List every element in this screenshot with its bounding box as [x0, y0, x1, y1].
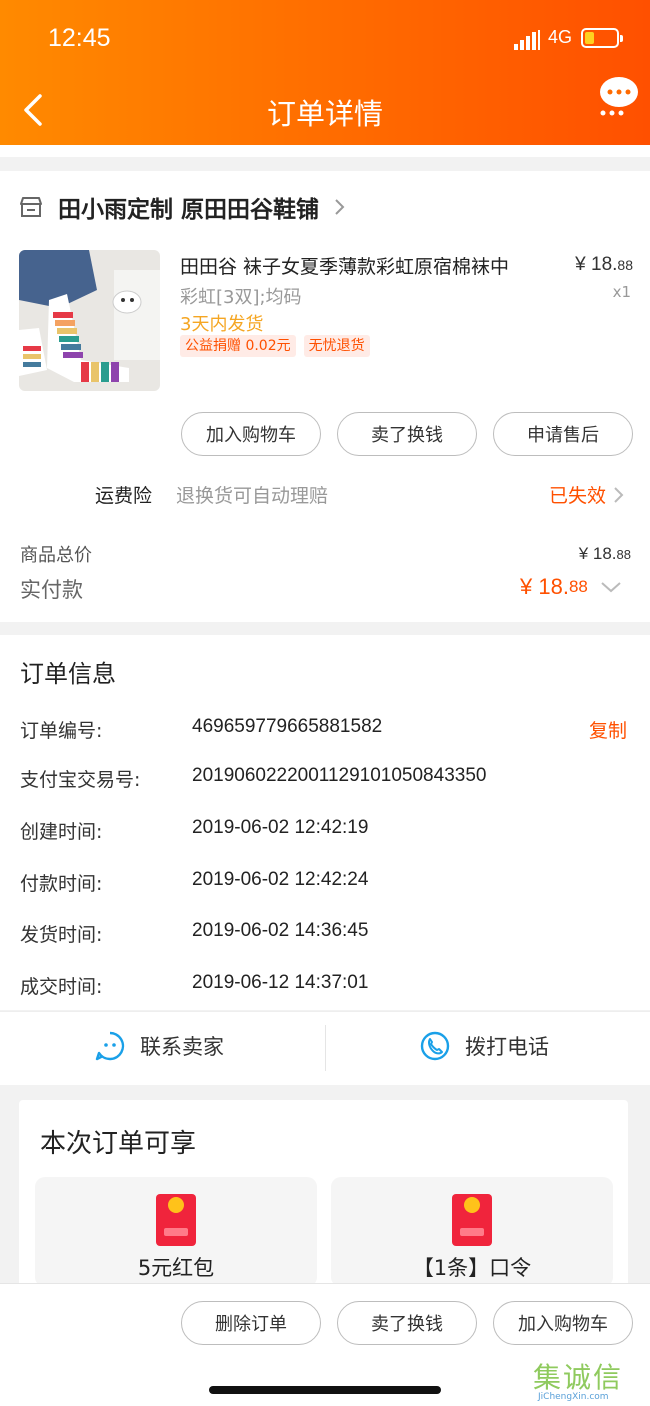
- insurance-label: 运费险: [95, 485, 153, 507]
- chevron-down-icon: [601, 582, 621, 593]
- insurance-status-row[interactable]: 已失效: [549, 481, 626, 508]
- phone-icon: [420, 1031, 450, 1061]
- paid-time-label: 付款时间:: [20, 873, 103, 895]
- created-value: 2019-06-02 12:42:19: [192, 817, 369, 838]
- red-packet-icon: [452, 1194, 492, 1246]
- product-price-dec: 88: [617, 257, 633, 273]
- delete-order-button[interactable]: 删除订单: [181, 1301, 321, 1345]
- chevron-right-icon: [335, 199, 345, 215]
- shop-icon: [20, 197, 42, 217]
- product-image[interactable]: [19, 250, 160, 391]
- page-title: 订单详情: [266, 97, 383, 131]
- watermark-logo: 集诚信: [533, 1361, 624, 1394]
- paid-amount-dec: 88: [568, 577, 588, 596]
- product-sku: 彩虹[3双];均码: [180, 287, 302, 308]
- contact-seller-button[interactable]: 联系卖家: [94, 1030, 224, 1062]
- closed-label: 成交时间:: [20, 976, 103, 998]
- perk-card-redpacket[interactable]: 5元红包: [35, 1177, 317, 1287]
- header-divider: [0, 145, 650, 157]
- contact-divider: [325, 1025, 326, 1071]
- tag-return: 无忧退货: [303, 335, 370, 357]
- status-time: 12:45: [48, 24, 111, 52]
- top-header: 12:45 4G 订单详情: [0, 0, 650, 145]
- red-packet-icon: [156, 1194, 196, 1246]
- after-sale-button[interactable]: 申请售后: [493, 412, 633, 456]
- created-label: 创建时间:: [20, 821, 103, 843]
- battery-icon: [581, 28, 623, 48]
- home-indicator: [209, 1386, 441, 1394]
- order-no-value: 469659779665881582: [192, 716, 383, 737]
- product-qty: x1: [612, 283, 631, 301]
- watermark-url: JiChengXin.com: [538, 1392, 609, 1402]
- shipped-label: 发货时间:: [20, 924, 103, 946]
- chat-face-icon: [95, 1031, 125, 1061]
- add-to-cart-button[interactable]: 加入购物车: [493, 1301, 633, 1345]
- add-to-cart-button[interactable]: 加入购物车: [181, 412, 321, 456]
- chevron-right-icon: [614, 486, 624, 503]
- shop-row[interactable]: 田小雨定制 原田田谷鞋铺: [18, 190, 349, 224]
- call-phone-button[interactable]: 拨打电话: [419, 1030, 549, 1062]
- tag-charity: 公益捐赠 0.02元: [180, 335, 296, 357]
- perks-title: 本次订单可享: [40, 1129, 197, 1159]
- closed-value: 2019-06-12 14:37:01: [192, 972, 369, 993]
- paid-time-value: 2019-06-02 12:42:24: [192, 869, 369, 890]
- ship-time: 3天内发货: [180, 314, 264, 335]
- goods-total-label: 商品总价: [20, 545, 92, 566]
- paid-amount[interactable]: ¥ 18. 88: [520, 574, 622, 600]
- order-info-title: 订单信息: [20, 660, 116, 688]
- order-item-panel: [0, 171, 650, 622]
- insurance-status: 已失效: [549, 485, 607, 507]
- product-price-int: ¥ 18.: [575, 254, 618, 275]
- message-bubble-icon[interactable]: [599, 76, 639, 116]
- contact-seller-label: 联系卖家: [140, 1035, 224, 1059]
- product-title[interactable]: 田田谷 袜子女夏季薄款彩虹原宿棉袜中: [180, 252, 509, 279]
- perk-label: 【1条】口令: [412, 1256, 532, 1280]
- copy-button[interactable]: 复制: [589, 716, 627, 743]
- insurance-desc: 退换货可自动理赔: [176, 485, 329, 507]
- alipay-no-value: 2019060222001129101050843350: [192, 765, 487, 786]
- perk-label: 5元红包: [137, 1256, 215, 1280]
- shop-name: 田小雨定制 原田田谷鞋铺: [58, 197, 320, 223]
- goods-total-int: ¥ 18.: [578, 544, 617, 563]
- paid-label: 实付款: [20, 578, 83, 602]
- signal-icon: [514, 30, 540, 50]
- shipped-value: 2019-06-02 14:36:45: [192, 920, 369, 941]
- goods-total-dec: 88: [616, 547, 631, 562]
- resell-button[interactable]: 卖了换钱: [337, 1301, 477, 1345]
- product-tags: 公益捐赠 0.02元 无忧退货: [180, 335, 378, 357]
- network-type: 4G: [548, 27, 573, 47]
- call-phone-label: 拨打电话: [465, 1035, 549, 1059]
- app-root: 12:45 4G 订单详情 田小雨定制 原田田谷鞋铺 田田谷 袜子女夏季薄款彩虹…: [0, 0, 650, 1406]
- goods-total: ¥ 18.88: [579, 544, 631, 564]
- resell-button[interactable]: 卖了换钱: [337, 412, 477, 456]
- perk-card-password[interactable]: 【1条】口令: [331, 1177, 613, 1287]
- order-no-label: 订单编号:: [20, 720, 103, 742]
- paid-amount-int: ¥ 18.: [520, 574, 569, 599]
- product-price: ¥ 18.88: [575, 254, 633, 276]
- alipay-no-label: 支付宝交易号:: [20, 769, 141, 791]
